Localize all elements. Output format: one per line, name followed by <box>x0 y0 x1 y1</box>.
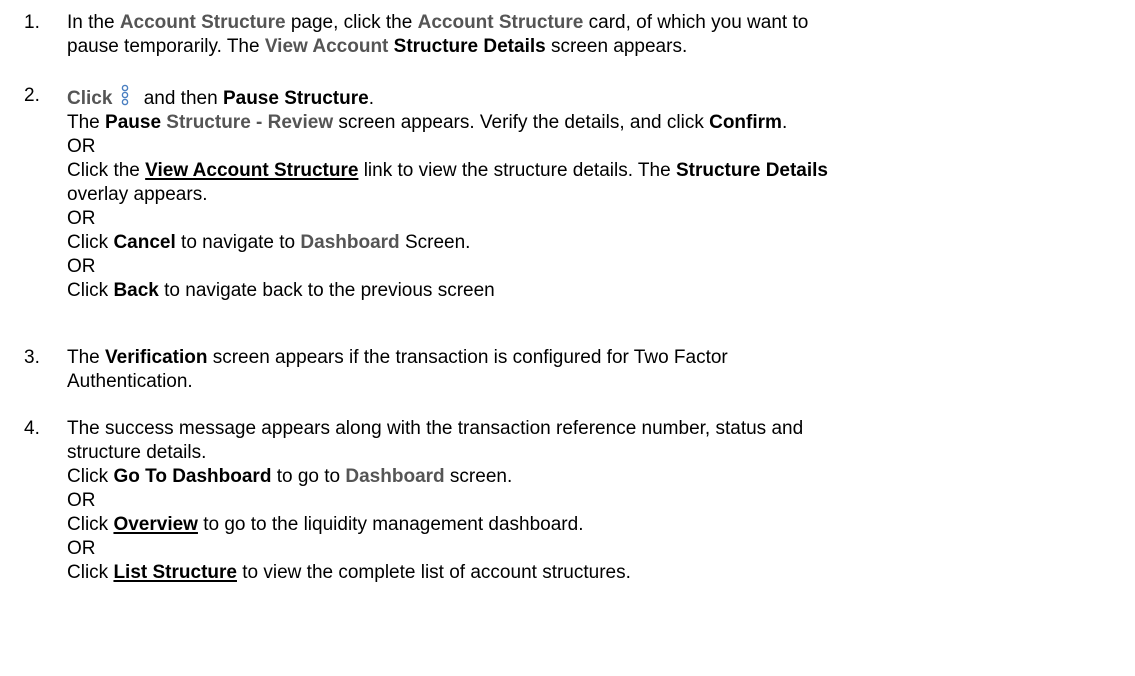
text-line: Authentication. <box>67 370 1117 394</box>
text-run: OR <box>67 208 96 229</box>
text-line: OR <box>67 489 1117 513</box>
bold-term: Structure Details <box>393 36 546 57</box>
text-run: The <box>67 347 106 368</box>
step-body: The success message appears along with t… <box>67 417 1117 585</box>
text-run: Click <box>67 280 114 301</box>
text-run: Click <box>67 466 114 487</box>
bold-term: Structure Details <box>675 160 828 181</box>
text-line: OR <box>67 255 1117 279</box>
text-run: . <box>781 112 788 133</box>
text-run: OR <box>67 136 96 157</box>
bold-term: Pause <box>105 112 162 133</box>
text-line: The Verification screen appears if the t… <box>67 346 1117 370</box>
bold-term: Verification <box>105 347 208 368</box>
text-run: pause temporarily. The <box>67 36 265 57</box>
text-line: OR <box>67 207 1117 231</box>
text-run: screen appears if the transaction is con… <box>207 347 728 368</box>
text-line: Click Back to navigate back to the previ… <box>67 279 1117 303</box>
text-line: overlay appears. <box>67 183 1117 207</box>
text-line: Click Cancel to navigate to Dashboard Sc… <box>67 231 1117 255</box>
view-account-structure-link[interactable]: View Account Structure <box>145 160 358 181</box>
text-line: structure details. <box>67 441 1117 465</box>
bold-term: Back <box>113 280 159 301</box>
step-body: In the Account Structure page, click the… <box>67 11 1117 59</box>
text-line: The success message appears along with t… <box>67 417 1117 441</box>
text-run: OR <box>67 256 96 277</box>
text-run: Click <box>67 514 114 535</box>
text-line: In the Account Structure page, click the… <box>67 11 1117 35</box>
ui-reference: Account Structure <box>119 12 286 33</box>
step-number: 4. <box>24 418 40 439</box>
text-line: OR <box>67 537 1117 561</box>
text-run: screen. <box>444 466 513 487</box>
text-run: Authentication. <box>67 371 193 392</box>
list-structure-link[interactable]: List Structure <box>113 562 237 583</box>
text-run: In the <box>67 12 120 33</box>
text-run: screen appears. <box>545 36 688 57</box>
text-run: to navigate to <box>175 232 301 253</box>
overview-link[interactable]: Overview <box>113 514 198 535</box>
step-number: 1. <box>24 12 40 33</box>
more-options-icon <box>118 84 132 108</box>
step-body: Click and then Pause Structure. The Pause… <box>67 84 1117 303</box>
text-run: page, click the <box>285 12 418 33</box>
ui-reference: Account Structure <box>417 12 584 33</box>
text-run: Click <box>67 562 114 583</box>
text-run: The success message appears along with t… <box>67 418 804 439</box>
text-run: The <box>67 112 106 133</box>
bold-term: Cancel <box>113 232 176 253</box>
text-run: link to view the structure details. The <box>358 160 676 181</box>
text-run: Click <box>67 232 114 253</box>
ui-reference: Dashboard <box>345 466 445 487</box>
text-run: to go to the liquidity management dashbo… <box>197 514 584 535</box>
text-line: Click Overview to go to the liquidity ma… <box>67 513 1117 537</box>
text-run: Screen. <box>399 232 471 253</box>
step-body: The Verification screen appears if the t… <box>67 346 1117 394</box>
text-line: Click and then Pause Structure. <box>67 84 1117 111</box>
text-run: structure details. <box>67 442 207 463</box>
bold-term: Confirm <box>709 112 782 133</box>
text-run: . <box>368 88 374 109</box>
text-line: Click Go To Dashboard to go to Dashboard… <box>67 465 1117 489</box>
document-page: 1. In the Account Structure page, click … <box>0 0 1135 676</box>
step-number: 3. <box>24 347 40 368</box>
ui-reference: Dashboard <box>300 232 400 253</box>
bold-term: Pause Structure <box>222 88 369 109</box>
text-line: OR <box>67 135 1117 159</box>
text-run: to go to <box>271 466 346 487</box>
text-run: card, of which you want to <box>583 12 809 33</box>
text-run: Click the <box>67 160 146 181</box>
ui-reference: Structure - Review <box>166 112 334 133</box>
text-run: screen appears. Verify the details, and … <box>333 112 710 133</box>
text-line: pause temporarily. The View Account Stru… <box>67 35 1117 59</box>
text-run: and then <box>138 88 223 109</box>
text-line: Click List Structure to view the complet… <box>67 561 1117 585</box>
text-run: to navigate back to the previous screen <box>158 280 495 301</box>
text-run: to view the complete list of account str… <box>236 562 631 583</box>
text-run: overlay appears. <box>67 184 208 205</box>
text-run: OR <box>67 490 96 511</box>
ui-reference: View Account <box>264 36 389 57</box>
ui-reference: Click <box>67 88 113 109</box>
text-line: The Pause Structure - Review screen appe… <box>67 111 1117 135</box>
step-number: 2. <box>24 85 40 106</box>
bold-term: Go To Dashboard <box>113 466 272 487</box>
text-line: Click the View Account Structure link to… <box>67 159 1117 183</box>
text-run: OR <box>67 538 96 559</box>
